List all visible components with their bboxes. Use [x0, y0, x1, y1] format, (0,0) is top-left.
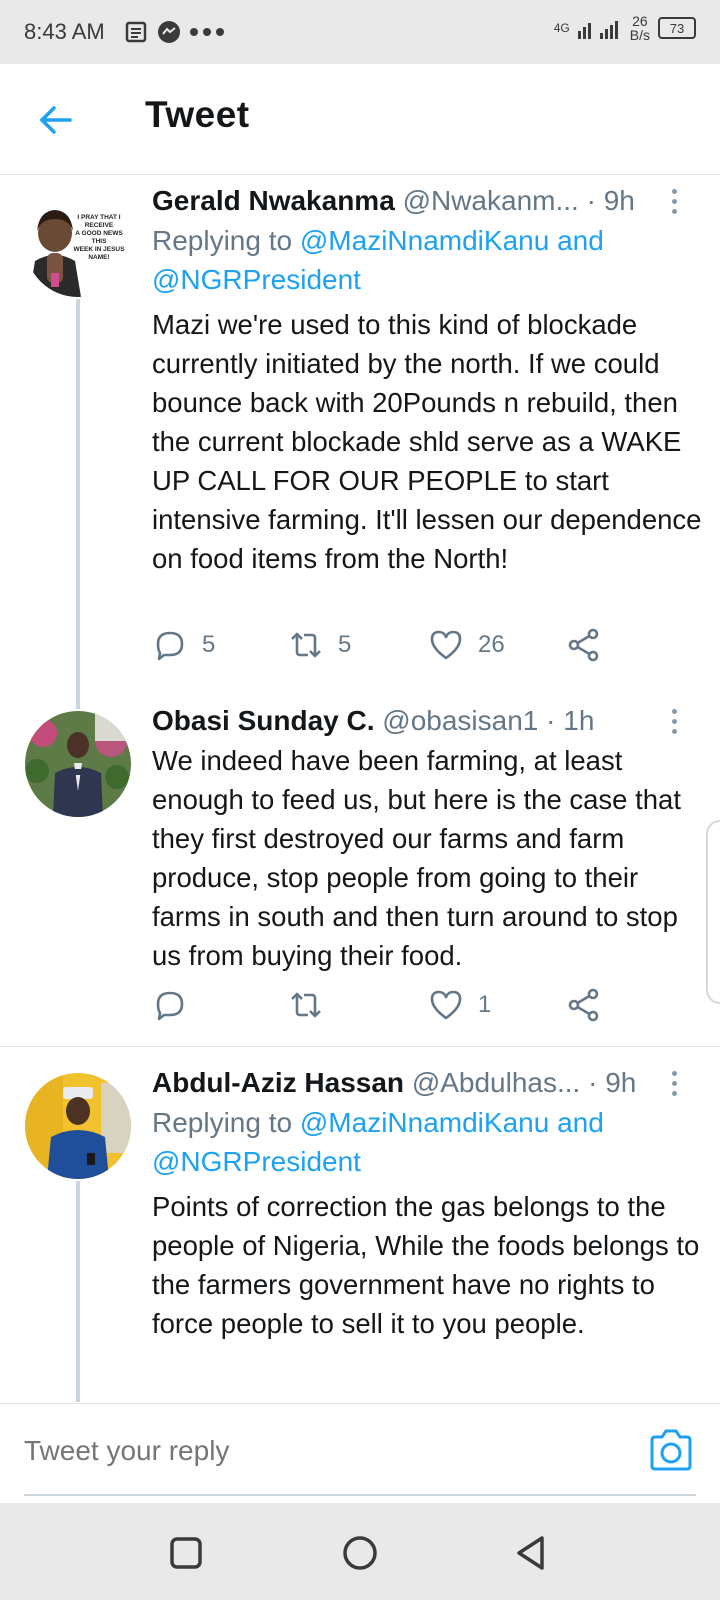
network-type-label: 4G — [553, 21, 570, 35]
author-handle[interactable]: @Abdulhas... — [412, 1067, 581, 1098]
retweet-icon — [291, 632, 321, 658]
tweet-text: We indeed have been farming, at least en… — [152, 745, 681, 971]
reply-button[interactable]: 5 — [152, 627, 215, 663]
replying-to: Replying to @MaziNnamdiKanu and @NGRPres… — [152, 1103, 692, 1181]
retweet-button[interactable] — [288, 987, 338, 1023]
svg-text:WEEK IN JESUS: WEEK IN JESUS — [74, 246, 126, 253]
input-underline — [24, 1494, 696, 1496]
status-right: 4G 26 B/s 73 — [554, 14, 696, 42]
notification-icons — [125, 20, 225, 44]
avatar[interactable]: I PRAY THAT I RECEIVE A GOOD NEWS THIS W… — [25, 191, 131, 297]
more-notifications-icon — [189, 28, 224, 36]
tweet-time: · 1h — [546, 705, 595, 736]
share-icon — [568, 628, 599, 662]
mention-link[interactable]: @MaziNnamdiKanu — [300, 225, 549, 256]
replying-and[interactable]: and — [557, 225, 604, 256]
mention-link[interactable]: @NGRPresident — [152, 1146, 361, 1177]
thread-line — [76, 299, 80, 709]
author-name[interactable]: Obasi Sunday C. — [152, 705, 375, 736]
signal-icon — [577, 21, 618, 39]
news-icon — [125, 21, 146, 43]
reply-icon — [156, 631, 184, 661]
reply-input[interactable] — [24, 1426, 624, 1476]
like-icon — [430, 990, 462, 1020]
svg-text:RECEIVE: RECEIVE — [85, 222, 114, 229]
tweet-time: · 9h — [588, 1067, 637, 1098]
share-icon — [568, 988, 599, 1022]
recents-button[interactable] — [166, 1533, 206, 1573]
edge-panel-handle[interactable] — [706, 820, 720, 1004]
thread-line — [76, 1181, 80, 1402]
like-button[interactable]: 26 — [428, 627, 505, 663]
tweet-actions: 1 — [152, 987, 652, 1027]
avatar[interactable] — [25, 711, 131, 817]
tweet-header: Obasi Sunday C. @obasisan1 · 1h — [152, 705, 594, 737]
author-handle[interactable]: @Nwakanm... — [403, 185, 579, 216]
top-bar: Tweet — [0, 64, 720, 175]
home-button[interactable] — [340, 1533, 380, 1573]
more-icon[interactable] — [672, 1071, 678, 1097]
battery-level: 73 — [669, 20, 685, 36]
battery-icon: 73 — [658, 17, 696, 39]
replying-prefix: Replying to — [152, 1107, 293, 1138]
share-button[interactable] — [566, 987, 602, 1023]
status-time: 8:43 AM — [24, 19, 105, 44]
messenger-icon — [157, 21, 180, 43]
tweet-feed[interactable]: I PRAY THAT I RECEIVE A GOOD NEWS THIS W… — [0, 175, 720, 1402]
author-name[interactable]: Abdul-Aziz Hassan — [152, 1067, 404, 1098]
svg-text:THIS: THIS — [92, 238, 107, 245]
back-arrow-icon[interactable] — [36, 100, 76, 140]
speed-value: 26 — [632, 13, 648, 29]
tweet-text: Mazi we're used to this kind of blockade… — [152, 309, 702, 574]
svg-text:A GOOD NEWS: A GOOD NEWS — [75, 230, 123, 237]
like-button[interactable]: 1 — [428, 987, 491, 1023]
retweet-count: 5 — [338, 631, 352, 658]
divider — [0, 1046, 720, 1047]
system-nav-bar — [0, 1503, 720, 1600]
retweet-button[interactable]: 5 — [288, 627, 351, 663]
more-icon[interactable] — [672, 709, 678, 735]
camera-icon[interactable] — [648, 1428, 694, 1472]
page-title: Tweet — [145, 94, 250, 135]
tweet-time: · 9h — [586, 185, 635, 216]
tweet-text: Points of correction the gas belongs to … — [152, 1191, 700, 1339]
more-icon[interactable] — [672, 189, 678, 215]
back-button[interactable] — [512, 1533, 552, 1573]
tweet-header: Abdul-Aziz Hassan @Abdulhas... · 9h — [152, 1067, 636, 1099]
reply-icon — [156, 991, 184, 1021]
tweet-header: Gerald Nwakanma @Nwakanm... · 9h — [152, 185, 635, 217]
mention-link[interactable]: @NGRPresident — [152, 264, 361, 295]
reply-count: 5 — [202, 631, 216, 658]
svg-text:I PRAY THAT I: I PRAY THAT I — [77, 214, 120, 221]
tweet-actions: 5 5 26 — [152, 627, 652, 667]
replying-and[interactable]: and — [557, 1107, 604, 1138]
avatar-image — [25, 711, 131, 817]
like-count: 1 — [478, 991, 492, 1018]
author-handle[interactable]: @obasisan1 — [382, 705, 538, 736]
reply-button[interactable] — [152, 987, 202, 1023]
speed-unit: B/s — [629, 27, 650, 43]
avatar-image: I PRAY THAT I RECEIVE A GOOD NEWS THIS W… — [25, 191, 131, 297]
replying-prefix: Replying to — [152, 225, 293, 256]
replying-to: Replying to @MaziNnamdiKanu and @NGRPres… — [152, 221, 692, 299]
author-name[interactable]: Gerald Nwakanma — [152, 185, 395, 216]
avatar[interactable] — [25, 1073, 131, 1179]
status-bar: 8:43 AM 4G 26 B/s 73 — [0, 0, 720, 64]
reply-bar — [0, 1403, 720, 1502]
network-speed: 26 B/s — [630, 14, 650, 42]
retweet-icon — [291, 992, 321, 1018]
like-count: 26 — [478, 631, 505, 658]
svg-text:NAME!: NAME! — [88, 254, 109, 261]
like-icon — [430, 630, 462, 660]
mention-link[interactable]: @MaziNnamdiKanu — [300, 1107, 549, 1138]
share-button[interactable] — [566, 627, 602, 663]
avatar-image — [25, 1073, 131, 1179]
